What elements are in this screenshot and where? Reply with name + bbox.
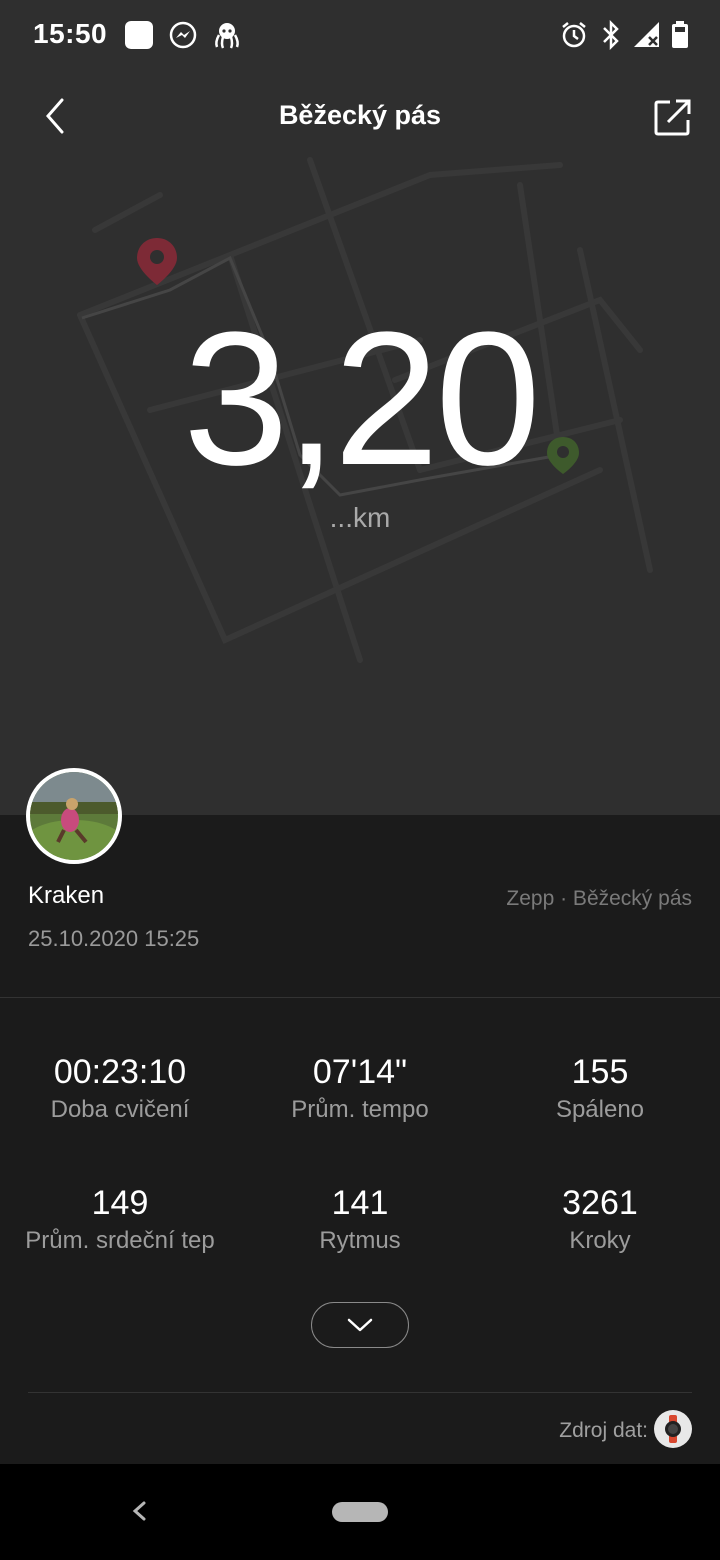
stat-calories: 155 Spáleno — [480, 1053, 720, 1124]
alarm-icon — [562, 22, 586, 48]
octopus-icon — [215, 23, 239, 49]
stat-label: Prům. srdeční tep — [25, 1227, 215, 1254]
stat-value: 149 — [91, 1184, 149, 1222]
share-icon[interactable] — [652, 96, 694, 138]
watch-device-icon[interactable] — [654, 1410, 692, 1448]
workout-hero: 15:50 Běžecký pás 3,20 ...km — [0, 0, 720, 815]
stat-label: Rytmus — [319, 1227, 401, 1254]
data-source-label: Zdroj dat: — [559, 1419, 648, 1442]
stat-value: 00:23:10 — [53, 1053, 187, 1091]
workout-source: Zepp · Běžecký pás — [506, 887, 692, 910]
stat-label: Spáleno — [555, 1096, 645, 1123]
stat-value: 3261 — [562, 1184, 638, 1222]
user-name: Kraken — [28, 882, 105, 909]
page-title: Běžecký pás — [278, 100, 442, 130]
system-nav-bar — [0, 1464, 720, 1560]
battery-icon — [672, 21, 688, 48]
divider — [0, 997, 720, 998]
signal-icon — [634, 22, 659, 47]
avatar[interactable] — [26, 768, 122, 864]
stat-value: 155 — [571, 1053, 629, 1091]
stat-label: Doba cvičení — [50, 1096, 190, 1123]
status-bar: 15:50 — [0, 0, 720, 72]
stat-duration: 00:23:10 Doba cvičení — [0, 1053, 240, 1124]
nav-home-pill[interactable] — [332, 1502, 388, 1522]
stat-cadence: 141 Rytmus — [240, 1184, 480, 1255]
status-time: 15:50 — [33, 18, 108, 49]
distance-value: 3,20 — [183, 293, 541, 505]
nav-back-icon[interactable] — [128, 1494, 150, 1528]
divider — [28, 1392, 692, 1393]
app-square-icon — [125, 21, 153, 49]
chevron-down-icon — [347, 1318, 373, 1332]
avatar-photo — [30, 772, 118, 860]
messenger-icon — [169, 21, 197, 49]
stat-avg-pace: 07'14" Prům. tempo — [240, 1053, 480, 1124]
bluetooth-icon — [603, 20, 619, 50]
stat-steps: 3261 Kroky — [480, 1184, 720, 1255]
workout-datetime: 25.10.2020 15:25 — [28, 926, 200, 951]
stat-avg-heart-rate: 149 Prům. srdeční tep — [0, 1184, 240, 1255]
stat-label: Prům. tempo — [291, 1096, 429, 1123]
stat-value: 141 — [331, 1184, 389, 1222]
expand-stats-button[interactable] — [311, 1302, 409, 1348]
stat-value: 07'14" — [312, 1053, 408, 1091]
app-bar: Běžecký pás — [0, 72, 720, 162]
distance-unit: ...km — [329, 502, 391, 533]
stat-label: Kroky — [569, 1227, 631, 1254]
